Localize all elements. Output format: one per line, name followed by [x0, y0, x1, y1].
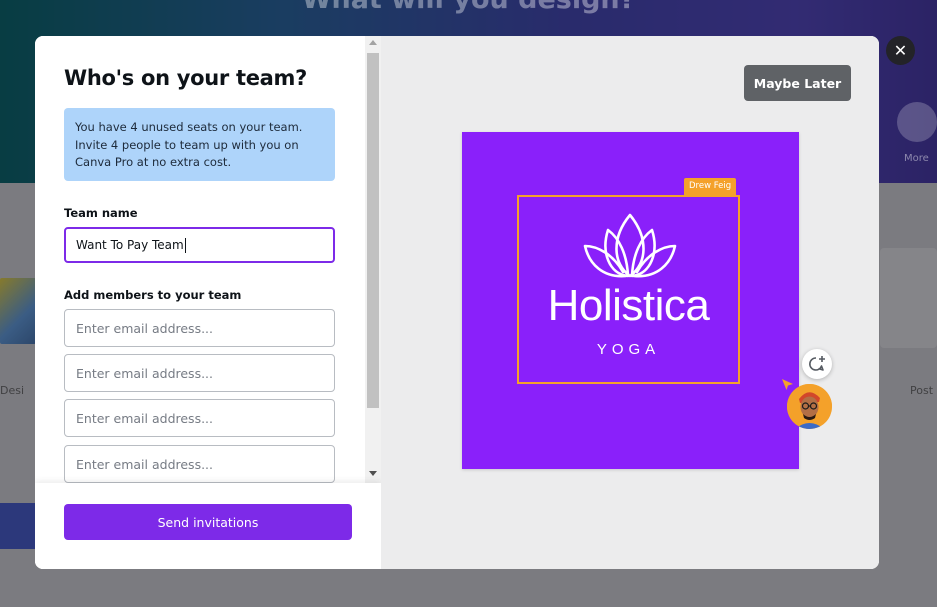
email-field-1[interactable]: [64, 309, 335, 347]
team-name-value: Want To Pay Team: [76, 238, 184, 252]
close-icon: ✕: [893, 40, 908, 60]
brand-subtitle-text: YOGA: [596, 341, 661, 358]
background-template-thumbnail-right: [880, 248, 937, 348]
background-template-thumbnail: [0, 278, 36, 344]
close-button[interactable]: ✕: [886, 36, 915, 65]
unused-seats-info: You have 4 unused seats on your team. In…: [64, 108, 335, 181]
background-more-label: More: [904, 153, 929, 164]
email-field-3[interactable]: [64, 399, 335, 437]
design-preview-pane: Maybe Later Drew Feig Holistica YOGA: [381, 36, 879, 569]
collaborator-avatar: [787, 384, 832, 429]
scroll-down-arrow-icon[interactable]: [369, 471, 377, 476]
team-name-label: Team name: [64, 206, 138, 220]
email-field-4[interactable]: [64, 445, 335, 483]
background-template-label: Desi: [0, 384, 25, 397]
background-more-icon: [897, 102, 937, 142]
add-members-label: Add members to your team: [64, 288, 242, 302]
send-invitations-button[interactable]: Send invitations: [64, 504, 352, 540]
invite-form-scroll-area: Who's on your team? You have 4 unused se…: [35, 36, 365, 483]
background-template-label-right: Post: [910, 384, 934, 397]
invite-team-modal: Who's on your team? You have 4 unused se…: [35, 36, 879, 569]
text-caret: [184, 237, 186, 253]
collaborator-name-tag: Drew Feig: [684, 178, 737, 195]
maybe-later-button[interactable]: Maybe Later: [744, 65, 851, 101]
email-field-2[interactable]: [64, 354, 335, 392]
invite-form-footer: Send invitations: [35, 483, 381, 569]
add-comment-icon: [809, 356, 825, 371]
team-name-input[interactable]: Want To Pay Team: [64, 227, 335, 263]
add-comment-button[interactable]: [802, 349, 832, 379]
brand-name-text: Holistica: [547, 281, 710, 330]
background-heading: What will you design?: [0, 0, 937, 15]
modal-title: Who's on your team?: [64, 66, 308, 90]
background-bottom-thumbnail: [0, 503, 36, 549]
lotus-logo-icon: [583, 213, 677, 278]
scroll-thumb[interactable]: [367, 53, 379, 408]
form-scrollbar[interactable]: [365, 36, 381, 483]
invite-form-pane: Who's on your team? You have 4 unused se…: [35, 36, 381, 569]
scroll-up-arrow-icon[interactable]: [369, 40, 377, 45]
person-avatar-icon: [787, 384, 832, 429]
design-preview-canvas: Drew Feig Holistica YOGA: [462, 132, 799, 469]
